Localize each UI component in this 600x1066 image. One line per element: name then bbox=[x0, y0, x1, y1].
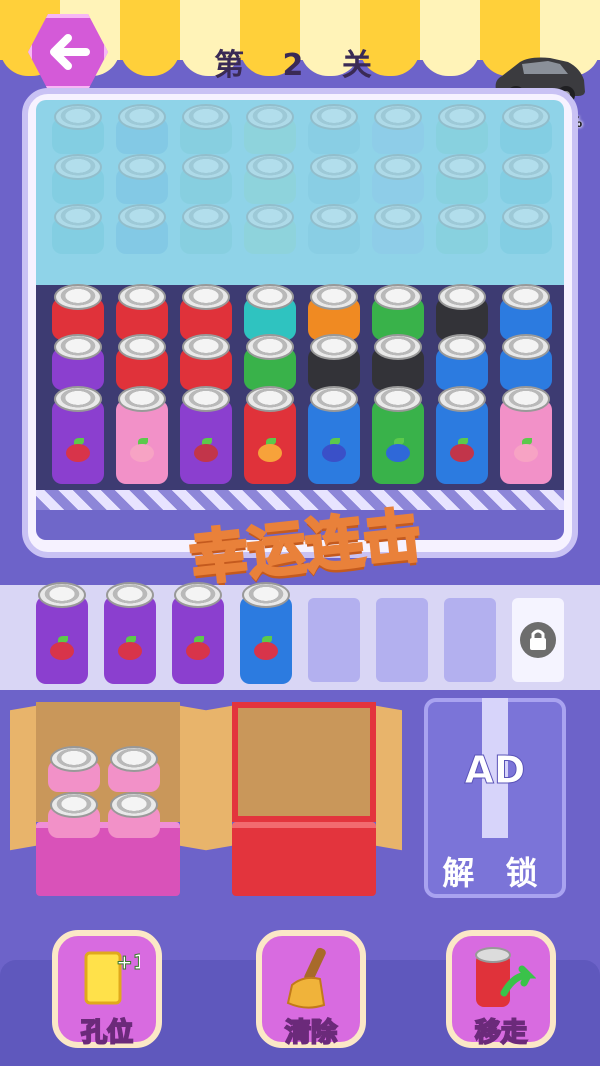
slot-tray bbox=[0, 585, 600, 690]
slot-can[interactable] bbox=[104, 582, 156, 684]
locked-slot[interactable] bbox=[512, 598, 564, 682]
back-arrow-icon bbox=[50, 34, 90, 70]
slot-can[interactable] bbox=[172, 582, 224, 684]
ghost-can bbox=[308, 204, 360, 254]
front-can[interactable] bbox=[372, 386, 424, 484]
slot-can[interactable] bbox=[240, 582, 292, 684]
ghost-can bbox=[52, 154, 104, 204]
ghost-can bbox=[436, 204, 488, 254]
card-plus-icon: +1 bbox=[84, 950, 140, 1005]
ghost-can bbox=[308, 154, 360, 204]
ghost-can bbox=[244, 154, 296, 204]
front-can[interactable] bbox=[180, 386, 232, 484]
ghost-can bbox=[500, 104, 552, 154]
ghost-can bbox=[308, 104, 360, 154]
pink-crate[interactable] bbox=[10, 698, 206, 898]
clear-tool-label: 清除 bbox=[284, 1017, 338, 1049]
front-can[interactable] bbox=[244, 386, 296, 484]
shelf-can[interactable] bbox=[244, 284, 296, 340]
shelf-can[interactable] bbox=[436, 284, 488, 340]
move-can-icon bbox=[475, 947, 536, 1007]
crate-can[interactable] bbox=[48, 792, 100, 838]
ghost-can bbox=[180, 154, 232, 204]
ghost-can bbox=[116, 204, 168, 254]
ghost-can bbox=[116, 154, 168, 204]
ghost-can bbox=[372, 104, 424, 154]
ghost-can bbox=[180, 104, 232, 154]
ghost-can bbox=[372, 204, 424, 254]
shelf-can[interactable] bbox=[436, 334, 488, 390]
shelf-can[interactable] bbox=[244, 334, 296, 390]
crate-can[interactable] bbox=[108, 746, 160, 792]
slot-can[interactable] bbox=[36, 582, 88, 684]
shelf-can[interactable] bbox=[52, 284, 104, 340]
level-title: 第 2 关 bbox=[214, 48, 386, 83]
shelf-can[interactable] bbox=[116, 284, 168, 340]
ghost-can bbox=[244, 204, 296, 254]
crate-can[interactable] bbox=[48, 746, 100, 792]
shelf-can[interactable] bbox=[52, 334, 104, 390]
empty-slot bbox=[308, 598, 360, 682]
front-can[interactable] bbox=[436, 386, 488, 484]
front-can[interactable] bbox=[308, 386, 360, 484]
front-can[interactable] bbox=[116, 386, 168, 484]
slot-tool-label: 孔位 bbox=[80, 1017, 134, 1049]
ghost-can bbox=[52, 204, 104, 254]
red-crate[interactable] bbox=[206, 698, 402, 898]
shelf-can[interactable] bbox=[308, 284, 360, 340]
broom-icon bbox=[286, 947, 326, 1009]
front-can[interactable] bbox=[500, 386, 552, 484]
plus-one-badge: +1 bbox=[116, 950, 140, 974]
empty-slot bbox=[376, 598, 428, 682]
ghost-can bbox=[372, 154, 424, 204]
shelf-can[interactable] bbox=[180, 334, 232, 390]
lock-icon bbox=[520, 622, 556, 658]
shelf-can[interactable] bbox=[372, 334, 424, 390]
shelf-can[interactable] bbox=[116, 334, 168, 390]
unlock-button-label[interactable]: 解 锁 bbox=[428, 848, 562, 894]
move-tool-label: 移走 bbox=[474, 1017, 528, 1049]
empty-slot bbox=[444, 598, 496, 682]
ghost-can bbox=[500, 154, 552, 204]
shelf-can[interactable] bbox=[372, 284, 424, 340]
ad-label: AD bbox=[464, 748, 526, 793]
shelf-can[interactable] bbox=[500, 334, 552, 390]
ghost-can bbox=[244, 104, 296, 154]
ghost-can bbox=[180, 204, 232, 254]
ghost-can bbox=[500, 204, 552, 254]
crate-can[interactable] bbox=[108, 792, 160, 838]
ghost-can bbox=[52, 104, 104, 154]
front-can[interactable] bbox=[52, 386, 104, 484]
shelf-can[interactable] bbox=[308, 334, 360, 390]
ghost-can bbox=[116, 104, 168, 154]
ghost-can bbox=[436, 104, 488, 154]
shelf-can[interactable] bbox=[500, 284, 552, 340]
shelf-can[interactable] bbox=[180, 284, 232, 340]
ghost-can bbox=[436, 154, 488, 204]
